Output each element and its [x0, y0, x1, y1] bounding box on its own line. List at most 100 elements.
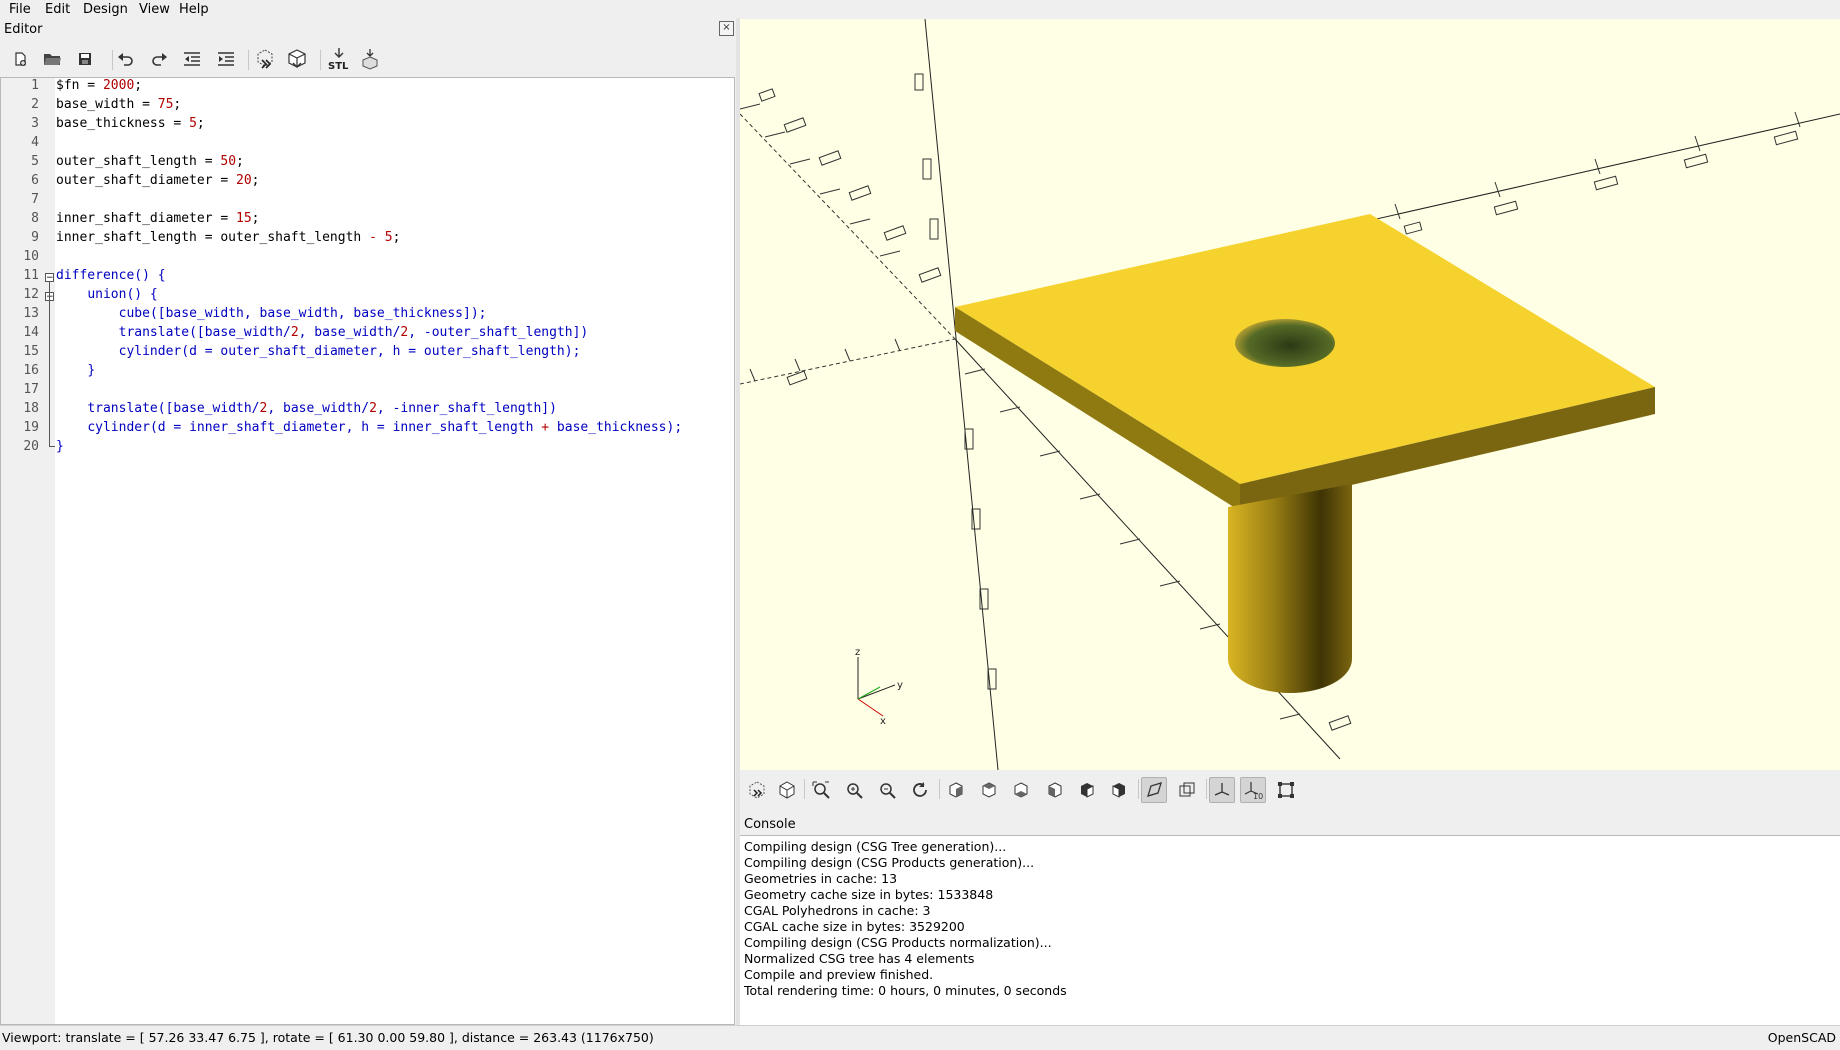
line-number: 12: [23, 287, 39, 302]
axes-gizmo: z y x: [855, 647, 903, 727]
code-line: outer_shaft_length = 50;: [56, 154, 244, 169]
fold-guide: [49, 282, 50, 446]
fold-marker[interactable]: −: [45, 273, 54, 283]
model-render: z y x: [740, 19, 1840, 770]
view-back-icon[interactable]: [1106, 777, 1132, 803]
console-line: Normalized CSG tree has 4 elements: [744, 951, 975, 966]
preview-icon[interactable]: [252, 46, 278, 72]
zoom-in-icon[interactable]: [841, 777, 867, 803]
new-file-icon[interactable]: [7, 46, 33, 72]
render-icon[interactable]: [774, 777, 800, 803]
line-number: 15: [23, 344, 39, 359]
console-line: Compile and preview finished.: [744, 967, 934, 982]
send-to-printer-icon[interactable]: [357, 46, 383, 72]
render-icon[interactable]: [284, 46, 310, 72]
view-toolbar: 10: [740, 770, 1840, 808]
preview-icon[interactable]: [744, 777, 770, 803]
line-number: 19: [23, 420, 39, 435]
console-line: Geometries in cache: 13: [744, 871, 898, 886]
status-bar: Viewport: translate = [ 57.26 33.47 6.75…: [0, 1025, 1840, 1050]
view-right-icon[interactable]: [943, 777, 969, 803]
line-number: 6: [31, 173, 39, 188]
code-line: union() {: [87, 287, 158, 302]
menu-help[interactable]: Help: [179, 1, 209, 18]
line-number: 16: [23, 363, 39, 378]
line-number: 1: [31, 78, 39, 93]
3d-viewport[interactable]: z y x: [740, 19, 1840, 770]
line-number: 4: [31, 135, 39, 150]
editor-close-button[interactable]: ×: [719, 21, 734, 36]
code-line: difference() {: [56, 268, 166, 283]
save-icon[interactable]: [72, 46, 98, 72]
console-line: Total rendering time: 0 hours, 0 minutes…: [744, 983, 1067, 998]
unindent-icon[interactable]: [179, 46, 205, 72]
line-number: 7: [31, 192, 39, 207]
y-axis-line-pos: [1309, 113, 1840, 235]
fold-guide-end: [49, 446, 55, 447]
code-line: cube([base_width, base_width, base_thick…: [118, 306, 487, 321]
console-title: Console: [744, 817, 796, 832]
code-line: }: [87, 363, 96, 378]
line-number: 20: [23, 439, 39, 454]
menu-bar: File Edit Design View Help: [0, 0, 1840, 19]
menu-design[interactable]: Design: [83, 1, 128, 18]
editor-title: Editor: [4, 22, 43, 37]
console-line: Compiling design (CSG Tree generation)..…: [744, 839, 1007, 854]
line-number: 8: [31, 211, 39, 226]
perspective-icon[interactable]: [1141, 777, 1167, 803]
x-axis-line-neg: [740, 113, 956, 340]
console-panel[interactable]: Compiling design (CSG Tree generation)..…: [740, 835, 1840, 1026]
line-number: 10: [23, 249, 39, 264]
code-line: inner_shaft_length = outer_shaft_length …: [56, 230, 401, 245]
console-line: CGAL Polyhedrons in cache: 3: [744, 903, 931, 918]
console-line: Compiling design (CSG Products normaliza…: [744, 935, 1052, 950]
orthogonal-icon[interactable]: [1174, 777, 1200, 803]
code-line: cylinder(d = outer_shaft_diameter, h = o…: [118, 344, 581, 359]
view-left-icon[interactable]: [1042, 777, 1068, 803]
code-line: translate([base_width/2, base_width/2, -…: [118, 325, 589, 340]
z-axis-line: [924, 19, 999, 770]
code-line: }: [56, 439, 64, 454]
editor-toolbar: STL: [0, 42, 740, 76]
line-number: 13: [23, 306, 39, 321]
show-axes-icon[interactable]: [1209, 777, 1235, 803]
shaft-hole: [1235, 319, 1335, 367]
line-number: 2: [31, 97, 39, 112]
show-edges-icon[interactable]: [1273, 777, 1299, 803]
gizmo-z-label: z: [855, 647, 860, 658]
menu-file[interactable]: File: [9, 1, 31, 18]
gizmo-y-label: y: [897, 680, 903, 691]
code-line: base_thickness = 5;: [56, 116, 205, 131]
stl-label: STL: [328, 61, 349, 71]
line-number: 18: [23, 401, 39, 416]
menu-edit[interactable]: Edit: [45, 1, 70, 18]
menu-view[interactable]: View: [139, 1, 170, 18]
console-line: Compiling design (CSG Products generatio…: [744, 855, 1035, 870]
indent-icon[interactable]: [213, 46, 239, 72]
line-number: 9: [31, 230, 39, 245]
code-line: outer_shaft_diameter = 20;: [56, 173, 260, 188]
code-line: inner_shaft_diameter = 15;: [56, 211, 260, 226]
export-stl-icon[interactable]: STL: [324, 46, 354, 72]
reset-view-icon[interactable]: [907, 777, 933, 803]
code-editor[interactable]: 1 2 3 4 5 6 7 8 9 10 11 12 13 14 15 16 1…: [0, 77, 735, 1025]
view-bottom-icon[interactable]: [1008, 777, 1034, 803]
line-number: 17: [23, 382, 39, 397]
view-front-icon[interactable]: [1074, 777, 1100, 803]
open-file-icon[interactable]: [39, 46, 65, 72]
viewport-info: Viewport: translate = [ 57.26 33.47 6.75…: [2, 1030, 654, 1045]
line-number: 11: [23, 268, 39, 283]
show-scale-markers-icon[interactable]: 10: [1240, 777, 1266, 803]
line-number: 5: [31, 154, 39, 169]
undo-icon[interactable]: [113, 46, 139, 72]
y-axis-line-neg: [740, 338, 956, 385]
view-top-icon[interactable]: [976, 777, 1002, 803]
view-all-icon[interactable]: [808, 777, 834, 803]
outer-shaft: [1228, 484, 1352, 693]
app-name: OpenSCAD: [1767, 1030, 1836, 1045]
code-line: $fn = 2000;: [56, 78, 143, 93]
line-number: 14: [23, 325, 39, 340]
redo-icon[interactable]: [146, 46, 172, 72]
console-line: CGAL cache size in bytes: 3529200: [744, 919, 965, 934]
zoom-out-icon[interactable]: [874, 777, 900, 803]
